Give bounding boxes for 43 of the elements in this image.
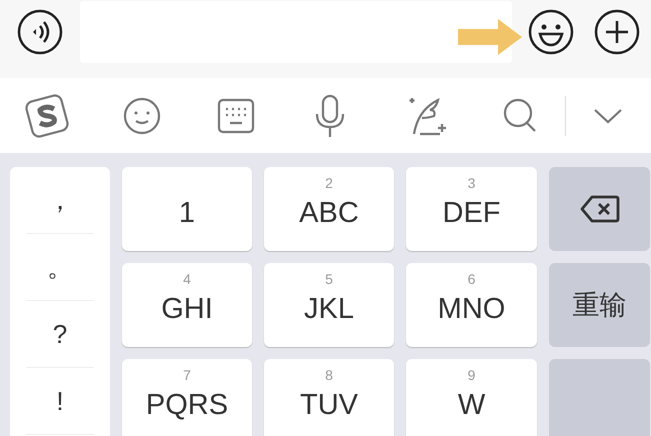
letter-key[interactable]: DEF 3 [406, 167, 537, 251]
add-icon[interactable] [594, 9, 640, 55]
arrow-icon [458, 19, 524, 55]
keyboard-icon[interactable] [217, 96, 255, 134]
key-label: MNO [438, 292, 506, 326]
key-label: ABC [299, 196, 359, 230]
key-digit: 5 [324, 271, 334, 287]
key-label: 1 [178, 196, 196, 230]
key-digit: 3 [466, 175, 476, 191]
symbol-key[interactable]: ? [26, 301, 94, 368]
smiley-icon[interactable] [122, 96, 162, 136]
key-digit: 2 [324, 175, 334, 191]
letter-key[interactable]: GHI 4 [122, 263, 252, 347]
letter-key[interactable]: MNO 6 [406, 263, 537, 347]
key-digit: 8 [324, 367, 334, 383]
emoji-icon[interactable] [528, 9, 574, 55]
key-label: W [458, 388, 486, 422]
key-digit: 6 [466, 271, 476, 287]
key-digit: 7 [182, 367, 192, 383]
backspace-icon [580, 195, 620, 223]
letter-key[interactable]: 1 [122, 167, 252, 251]
letter-key[interactable]: ABC 2 [264, 167, 394, 251]
microphone-icon[interactable] [314, 94, 346, 138]
key-label: DEF [442, 196, 500, 230]
logo-icon[interactable] [23, 92, 71, 140]
delete-key[interactable] [549, 167, 650, 251]
chevron-down-icon[interactable] [593, 106, 623, 124]
message-field[interactable] [80, 1, 512, 63]
key-label: PQRS [146, 388, 228, 422]
letter-key[interactable]: JKL 5 [264, 263, 394, 347]
letter-key[interactable]: PQRS 7 [122, 359, 252, 436]
key-label: JKL [304, 292, 354, 326]
key-digit: 9 [466, 367, 476, 383]
key-label: GHI [161, 292, 213, 326]
symbol-key[interactable]: ! [26, 368, 94, 435]
key-label: TUV [300, 388, 358, 422]
voice-icon[interactable] [17, 9, 63, 55]
symbol-key[interactable]: 。 [26, 234, 94, 301]
letter-key[interactable]: TUV 8 [264, 359, 394, 436]
letter-key[interactable]: W 9 [406, 359, 537, 436]
symbol-key[interactable]: ， [26, 167, 94, 234]
reset-key[interactable]: 重输 [549, 263, 650, 347]
key-digit: 4 [182, 271, 192, 287]
